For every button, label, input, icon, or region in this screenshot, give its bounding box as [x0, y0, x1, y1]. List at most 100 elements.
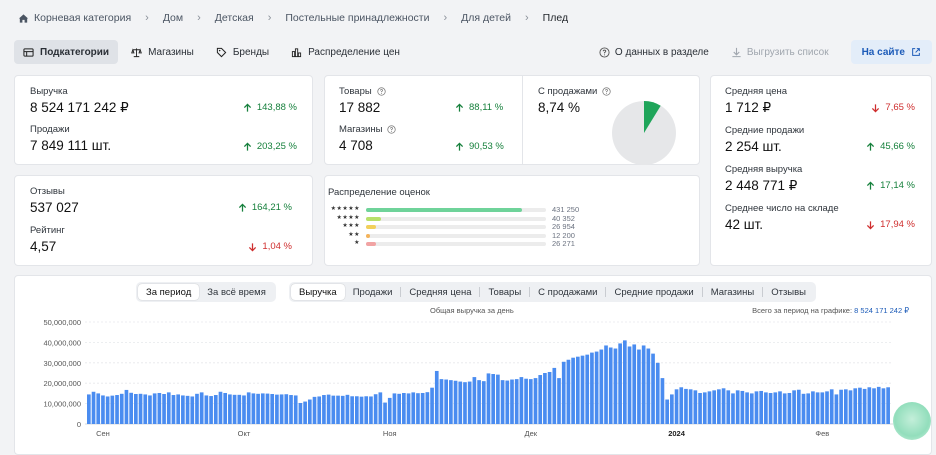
chart-bar[interactable] [608, 347, 613, 425]
chart-bar[interactable] [129, 392, 133, 424]
chart-bar[interactable] [749, 393, 754, 424]
chart-bar[interactable] [246, 392, 251, 424]
chart-bar[interactable] [481, 381, 486, 424]
chart-bar[interactable] [806, 393, 811, 424]
chart-bar[interactable] [848, 390, 853, 424]
chart-bar[interactable] [223, 392, 228, 424]
chart-bar[interactable] [242, 395, 246, 424]
chart-bar[interactable] [251, 393, 256, 424]
chart-bar[interactable] [538, 375, 543, 424]
chart-bar[interactable] [336, 395, 340, 424]
chart-bar[interactable] [340, 395, 345, 424]
chart-bar[interactable] [594, 351, 599, 424]
chart-bar[interactable] [275, 394, 279, 424]
chart-bar[interactable] [496, 374, 500, 424]
chart-bar[interactable] [679, 387, 684, 424]
chart-bar[interactable] [91, 391, 96, 424]
chart-bar[interactable] [698, 392, 702, 424]
chart-bar[interactable] [702, 392, 707, 424]
chart-bar[interactable] [853, 388, 858, 424]
chart-bar[interactable] [557, 378, 561, 424]
chart-bar[interactable] [256, 393, 260, 424]
chart-bar[interactable] [585, 354, 590, 424]
chart-bar[interactable] [731, 393, 735, 424]
chart-bar[interactable] [312, 396, 317, 424]
chart-bar[interactable] [387, 397, 392, 424]
chart-bar[interactable] [834, 394, 839, 424]
chart-bar[interactable] [232, 394, 237, 424]
chart-bar[interactable] [439, 379, 444, 424]
chart-bar[interactable] [876, 386, 881, 424]
chart-bar[interactable] [185, 395, 190, 424]
chart-bar[interactable] [434, 370, 439, 424]
chart-bar[interactable] [571, 357, 575, 424]
chart-bar[interactable] [670, 394, 674, 424]
chart-bar[interactable] [87, 394, 91, 424]
chart-bar[interactable] [881, 388, 886, 424]
chart-bar[interactable] [886, 387, 890, 424]
chart-bar[interactable] [745, 392, 749, 424]
breadcrumb-item[interactable]: Для детей [461, 12, 511, 24]
chart-bar[interactable] [138, 393, 143, 424]
chart-bar[interactable] [604, 345, 608, 424]
chart-bar[interactable] [303, 401, 307, 424]
chart-bar[interactable] [858, 387, 862, 424]
chart-bar[interactable] [265, 393, 270, 424]
chart-bar[interactable] [472, 377, 477, 424]
chart-bar[interactable] [693, 390, 698, 424]
chart-bar[interactable] [796, 389, 801, 424]
chart-bar[interactable] [322, 395, 326, 424]
chart-bar[interactable] [260, 393, 265, 424]
breadcrumb-item[interactable]: Дом [163, 12, 183, 24]
chart-bar[interactable] [124, 389, 129, 424]
chart-bar[interactable] [787, 392, 792, 424]
chart-bar[interactable] [613, 348, 618, 424]
chart-bar[interactable] [839, 389, 843, 424]
chart-bar[interactable] [829, 389, 834, 424]
chart-bar[interactable] [425, 392, 430, 424]
chart-bar[interactable] [110, 395, 115, 424]
chart-bar[interactable] [801, 393, 806, 424]
breadcrumb-item[interactable]: Корневая категория [18, 12, 131, 24]
chart-bar[interactable] [148, 395, 152, 424]
chart-bar[interactable] [580, 355, 585, 424]
help-circle-icon[interactable] [387, 125, 397, 134]
chart-bar[interactable] [369, 396, 373, 424]
chart-bar[interactable] [543, 373, 547, 424]
chart-bar[interactable] [449, 380, 453, 424]
chart-bar[interactable] [279, 394, 284, 424]
chart-bar[interactable] [444, 379, 448, 424]
chart-bar[interactable] [491, 374, 496, 424]
chart-bar[interactable] [430, 387, 434, 424]
chart-bar[interactable] [402, 392, 406, 424]
chart-bar[interactable] [143, 394, 148, 424]
chart-bar[interactable] [590, 352, 594, 424]
chart-bar[interactable] [166, 392, 171, 424]
chart-bar[interactable] [623, 340, 627, 424]
chart-bar[interactable] [726, 390, 731, 424]
chart-bar[interactable] [204, 395, 209, 424]
chart-bar[interactable] [171, 395, 176, 424]
tab-scales[interactable]: Магазины [122, 40, 203, 64]
chart-bar[interactable] [815, 392, 820, 424]
chart-bar[interactable] [599, 349, 604, 424]
chart-bar[interactable] [458, 381, 463, 424]
chart-bar[interactable] [190, 396, 195, 424]
chart-bar[interactable] [270, 394, 275, 424]
chart-bar[interactable] [872, 388, 876, 424]
chart-bar[interactable] [510, 379, 514, 424]
chart-bar[interactable] [566, 359, 571, 424]
chart-bar[interactable] [237, 394, 242, 424]
chart-bar[interactable] [655, 362, 660, 424]
chart-bar[interactable] [547, 371, 552, 424]
chart-bar[interactable] [157, 392, 162, 424]
chart-bar[interactable] [463, 382, 467, 424]
chart-bar[interactable] [477, 380, 481, 424]
help-circle-icon[interactable] [602, 87, 611, 96]
chart-bar[interactable] [293, 395, 298, 424]
chart-bar[interactable] [411, 392, 416, 424]
chart-bar[interactable] [359, 396, 364, 424]
chart-bar[interactable] [552, 367, 557, 424]
chart-bar[interactable] [467, 381, 472, 424]
tab-table[interactable]: Подкатегории [14, 40, 119, 64]
